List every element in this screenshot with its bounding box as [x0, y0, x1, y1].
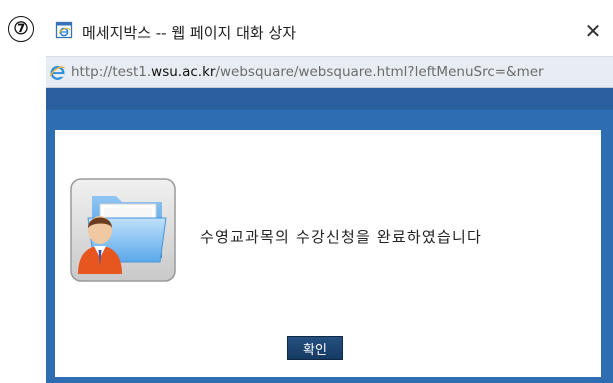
- screenshot-stage: ⑦ 메세지박스 -- 웹 페이지 대화 상자 ✕ http://test1.ws…: [0, 0, 613, 383]
- web-dialog-window: 메세지박스 -- 웹 페이지 대화 상자 ✕ http://test1.wsu.…: [46, 6, 613, 383]
- ok-button[interactable]: 확인: [287, 336, 343, 360]
- message-panel: 수영교과목의 수강신청을 완료하였습니다 확인: [55, 130, 601, 377]
- ie-page-icon: [55, 21, 73, 39]
- window-title: 메세지박스 -- 웹 페이지 대화 상자: [82, 24, 297, 42]
- message-text: 수영교과목의 수강신청을 완료하였습니다: [200, 228, 482, 246]
- folder-user-icon: [70, 178, 176, 282]
- url-scheme: http://test1.: [71, 64, 152, 80]
- url-path: /websquare/websquare.html?leftMenuSrc=&m…: [215, 64, 544, 80]
- address-bar: http://test1.wsu.ac.kr/websquare/websqua…: [46, 56, 613, 88]
- address-url[interactable]: http://test1.wsu.ac.kr/websquare/websqua…: [71, 64, 544, 80]
- title-bar: 메세지박스 -- 웹 페이지 대화 상자 ✕: [46, 6, 613, 56]
- step-number-marker: ⑦: [8, 16, 34, 42]
- close-icon: ✕: [584, 19, 602, 43]
- ie-icon: [49, 65, 66, 80]
- dialog-header-band: [46, 88, 613, 110]
- url-host: wsu.ac.kr: [151, 64, 216, 80]
- close-button[interactable]: ✕: [579, 18, 607, 44]
